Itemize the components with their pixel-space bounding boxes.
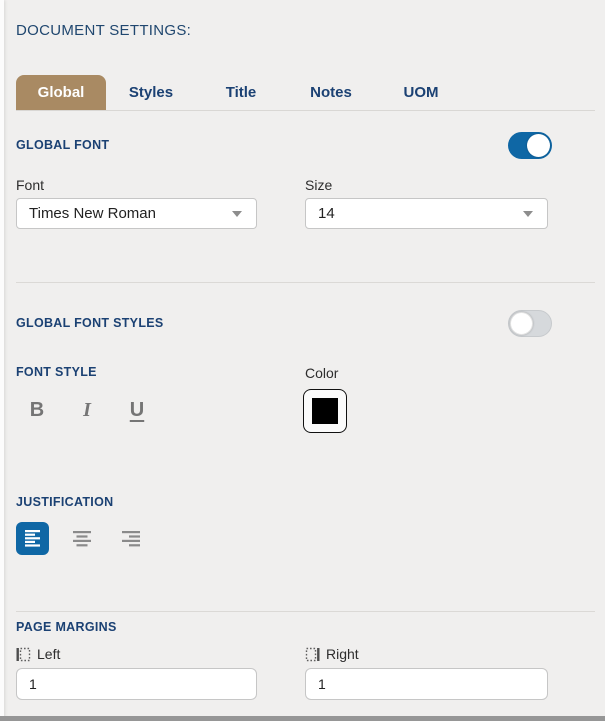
bold-button[interactable]: B: [28, 397, 46, 423]
right-margin-label: Right: [326, 646, 359, 662]
settings-tab-bar: Global Styles Title Notes UOM: [16, 75, 595, 111]
page-title: DOCUMENT SETTINGS:: [16, 0, 605, 39]
global-font-header-row: GLOBAL FONT: [16, 131, 605, 159]
left-margin-label: Left: [37, 646, 60, 662]
global-font-toggle[interactable]: [508, 132, 552, 159]
font-color-swatch[interactable]: [303, 389, 347, 433]
font-field: Font Times New Roman: [16, 177, 257, 229]
chevron-down-icon: [232, 211, 242, 217]
margin-right-icon: [305, 647, 320, 662]
page-margins-heading: PAGE MARGINS: [16, 620, 605, 634]
font-style-label-row: FONT STYLE Color: [16, 365, 605, 381]
align-right-icon: [120, 529, 142, 548]
font-style-controls-row: B I U: [16, 389, 605, 433]
panel-left-edge: [0, 0, 4, 721]
right-margin-input[interactable]: [305, 668, 548, 700]
tab-global[interactable]: Global: [16, 75, 106, 110]
justification-buttons: [16, 522, 605, 555]
tab-notes[interactable]: Notes: [286, 75, 376, 110]
toggle-knob: [527, 134, 550, 157]
font-select-value: Times New Roman: [29, 205, 156, 222]
underline-button[interactable]: U: [128, 397, 146, 423]
font-label: Font: [16, 177, 257, 193]
size-field: Size 14: [305, 177, 548, 229]
align-center-icon: [71, 529, 93, 548]
align-right-button[interactable]: [114, 522, 147, 555]
right-margin-label-row: Right: [305, 646, 548, 662]
left-margin-input[interactable]: [16, 668, 257, 700]
font-style-buttons: B I U: [16, 389, 257, 423]
global-font-styles-heading: GLOBAL FONT STYLES: [16, 316, 164, 330]
chevron-down-icon: [523, 211, 533, 217]
align-left-icon: [23, 529, 43, 548]
tab-uom[interactable]: UOM: [376, 75, 466, 110]
size-label: Size: [305, 177, 548, 193]
font-color-swatch-value: [312, 398, 338, 424]
italic-button[interactable]: I: [78, 397, 96, 423]
size-select-value: 14: [318, 205, 335, 222]
global-font-styles-header-row: GLOBAL FONT STYLES: [16, 309, 605, 337]
section-divider: [16, 282, 595, 283]
page-margin-labels: Left Right: [16, 646, 605, 662]
global-font-fields: Font Times New Roman Size 14: [16, 177, 605, 229]
section-divider: [16, 611, 595, 612]
margin-left-icon: [16, 647, 31, 662]
font-style-heading: FONT STYLE: [16, 365, 257, 381]
font-select[interactable]: Times New Roman: [16, 198, 257, 229]
global-font-styles-toggle[interactable]: [508, 310, 552, 337]
page-margin-inputs: [16, 668, 605, 700]
toggle-knob: [510, 312, 533, 335]
global-font-heading: GLOBAL FONT: [16, 138, 109, 152]
align-center-button[interactable]: [65, 522, 98, 555]
left-margin-label-row: Left: [16, 646, 257, 662]
tab-styles[interactable]: Styles: [106, 75, 196, 110]
color-label: Color: [305, 365, 548, 381]
panel-bottom-edge: [0, 716, 605, 721]
size-select[interactable]: 14: [305, 198, 548, 229]
tab-title[interactable]: Title: [196, 75, 286, 110]
justification-heading: JUSTIFICATION: [16, 495, 605, 509]
document-settings-panel: DOCUMENT SETTINGS: Global Styles Title N…: [0, 0, 605, 700]
align-left-button[interactable]: [16, 522, 49, 555]
